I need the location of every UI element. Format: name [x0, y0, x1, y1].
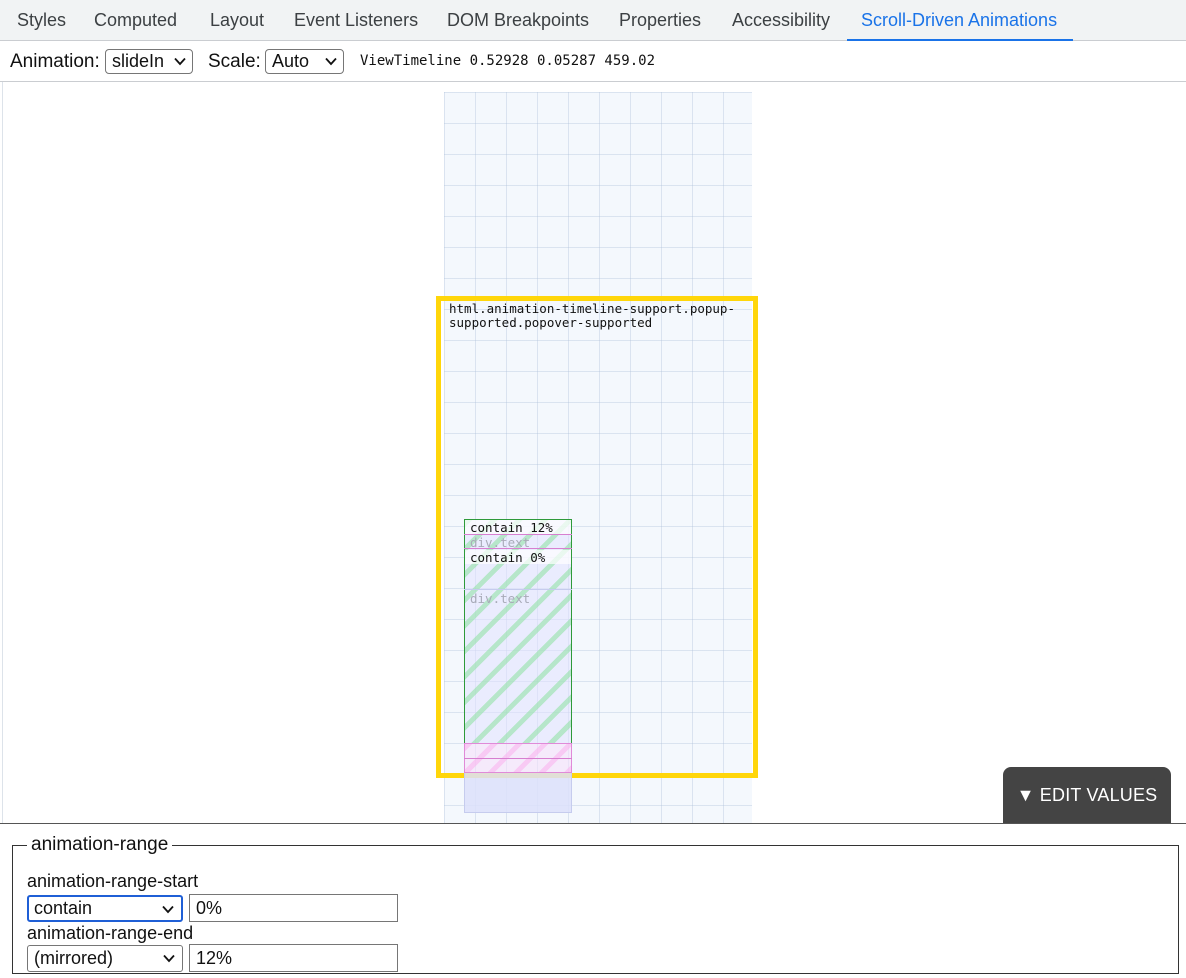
- mirrored-range-divider: [464, 758, 572, 759]
- panel-tab-strip: Styles Computed Layout Event Listeners D…: [0, 0, 1186, 41]
- tab-event-listeners[interactable]: Event Listeners: [294, 0, 418, 41]
- range-start-input[interactable]: 0%: [189, 894, 398, 922]
- tab-dom-breakpoints[interactable]: DOM Breakpoints: [447, 0, 589, 41]
- animation-toolbar: Animation: slideIn Scale: Auto ViewTimel…: [0, 41, 1186, 82]
- range-end-label: animation-range-end: [27, 923, 194, 943]
- range-start-select-value: contain: [34, 898, 93, 918]
- animation-select-value: slideIn: [112, 51, 165, 71]
- chevron-down-icon: [163, 954, 175, 963]
- range-end-select-value: (mirrored): [34, 948, 113, 968]
- tab-styles[interactable]: Styles: [17, 0, 66, 41]
- chevron-down-icon: [162, 905, 174, 914]
- tab-computed[interactable]: Computed: [94, 0, 177, 41]
- chevron-down-icon: [325, 57, 337, 66]
- target-overflow-box: [464, 773, 572, 813]
- scale-select[interactable]: Auto: [265, 49, 344, 74]
- range-start-mark-label: contain 12%: [470, 520, 553, 535]
- range-start-label: animation-range-start: [27, 871, 199, 891]
- range-end-mark-label: contain 0%: [470, 550, 546, 565]
- range-end-select[interactable]: (mirrored): [27, 945, 183, 972]
- scale-label: Scale:: [208, 51, 261, 72]
- edit-values-button[interactable]: ▼ EDIT VALUES: [1003, 767, 1171, 823]
- animation-label: Animation:: [10, 51, 100, 72]
- tab-layout[interactable]: Layout: [210, 0, 264, 41]
- tab-accessibility[interactable]: Accessibility: [732, 0, 830, 41]
- end-mark-line: [464, 548, 572, 549]
- range-end-input[interactable]: 12%: [189, 944, 398, 972]
- target-top-line: [464, 589, 572, 590]
- subject-label: html.animation-timeline-support.popup-su…: [449, 301, 735, 330]
- chevron-down-icon: [174, 57, 186, 66]
- scale-select-value: Auto: [272, 51, 310, 71]
- animation-range-fieldset: animation-range animation-range-start co…: [12, 834, 1179, 974]
- animation-range-legend: animation-range: [31, 834, 169, 855]
- target-label: div.text: [470, 591, 531, 606]
- edit-values-panel: animation-range animation-range-start co…: [0, 823, 1186, 978]
- view-timeline-readout: ViewTimeline 0.52928 0.05287 459.02: [360, 53, 656, 69]
- range-start-select[interactable]: contain: [27, 895, 183, 922]
- timeline-visualization: html.animation-timeline-support.popup-su…: [2, 82, 1186, 823]
- tab-properties[interactable]: Properties: [619, 0, 701, 41]
- tab-scroll-driven-animations[interactable]: Scroll-Driven Animations: [846, 0, 1074, 41]
- animation-select[interactable]: slideIn: [105, 49, 193, 74]
